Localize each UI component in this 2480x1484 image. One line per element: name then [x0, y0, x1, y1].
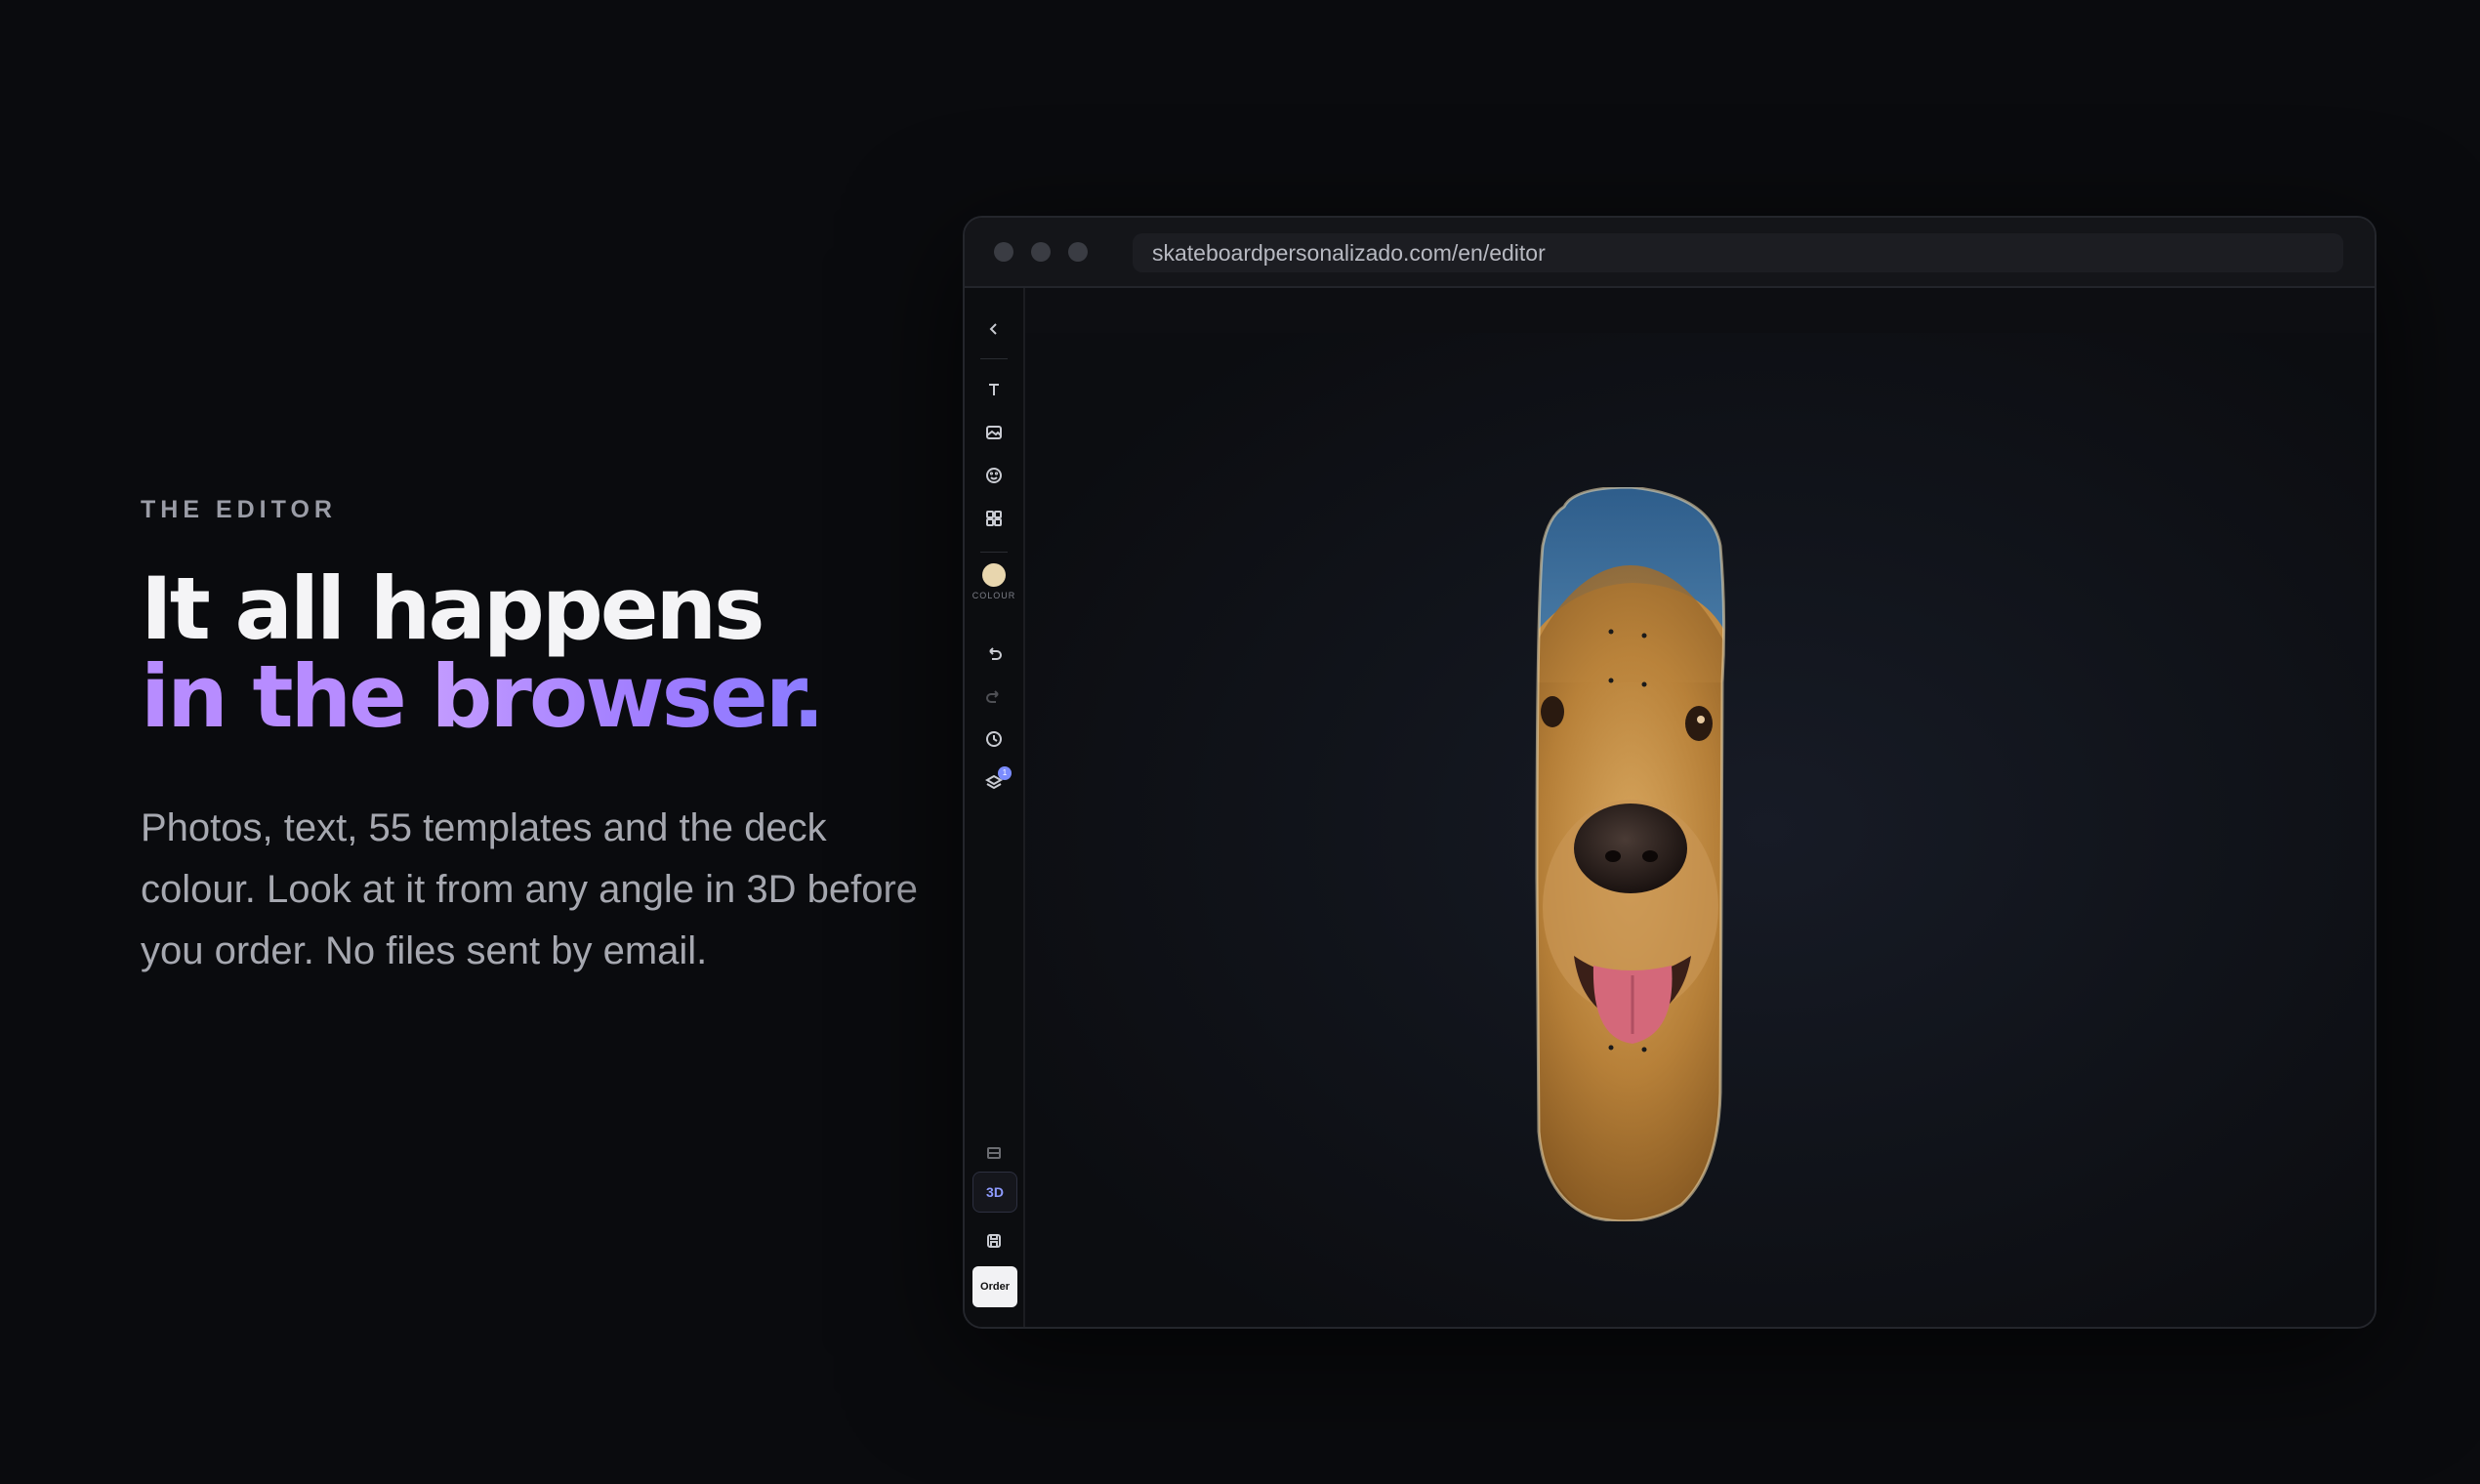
- save-icon[interactable]: [974, 1221, 1013, 1260]
- editor-canvas[interactable]: ···: [1025, 288, 2375, 1327]
- order-button[interactable]: Order: [972, 1266, 1017, 1307]
- headline-line-2-prefix: in the: [141, 646, 432, 747]
- address-bar[interactable]: skateboardpersonalizado.com/en/editor: [1133, 233, 2343, 272]
- browser-titlebar: skateboardpersonalizado.com/en/editor: [965, 218, 2375, 288]
- sidebar-divider: [980, 358, 1008, 359]
- hero-description: Photos, text, 55 templates and the deck …: [141, 806, 919, 972]
- canvas-topbar: [1025, 288, 2375, 333]
- sidebar-divider: [980, 552, 1008, 553]
- layers-count-badge: 1: [998, 766, 1012, 780]
- hero-section: THE EDITOR It all happens in the browser…: [141, 496, 961, 1021]
- view-2d-icon[interactable]: [974, 1134, 1013, 1173]
- sticker-smiley-icon[interactable]: [974, 456, 1013, 495]
- window-maximize-dot[interactable]: [1068, 242, 1088, 262]
- skateboard-deck-preview[interactable]: [1535, 487, 1726, 1221]
- undo-icon[interactable]: [974, 634, 1013, 673]
- editor-sidebar: COLOUR 1 3D Order: [965, 288, 1025, 1327]
- view-3d-button[interactable]: 3D: [972, 1172, 1017, 1213]
- headline-line-1: It all happens: [141, 558, 765, 659]
- redo-icon[interactable]: [974, 677, 1013, 716]
- browser-window: skateboardpersonalizado.com/en/editor CO…: [963, 216, 2377, 1329]
- headline-highlight: browser.: [431, 646, 824, 747]
- window-minimize-dot[interactable]: [1031, 242, 1051, 262]
- headline: It all happens in the browser.: [141, 565, 961, 741]
- window-close-dot[interactable]: [994, 242, 1013, 262]
- headline-line-2: in the browser.: [141, 653, 961, 741]
- back-chevron-icon[interactable]: [974, 309, 1013, 349]
- text-tool-icon[interactable]: [974, 370, 1013, 409]
- deck-colour-swatch[interactable]: [982, 563, 1006, 587]
- eyebrow-label: THE EDITOR: [141, 496, 337, 523]
- history-clock-icon[interactable]: [974, 720, 1013, 759]
- image-tool-icon[interactable]: [974, 413, 1013, 452]
- colour-label: COLOUR: [971, 591, 1016, 600]
- templates-grid-icon[interactable]: [974, 499, 1013, 538]
